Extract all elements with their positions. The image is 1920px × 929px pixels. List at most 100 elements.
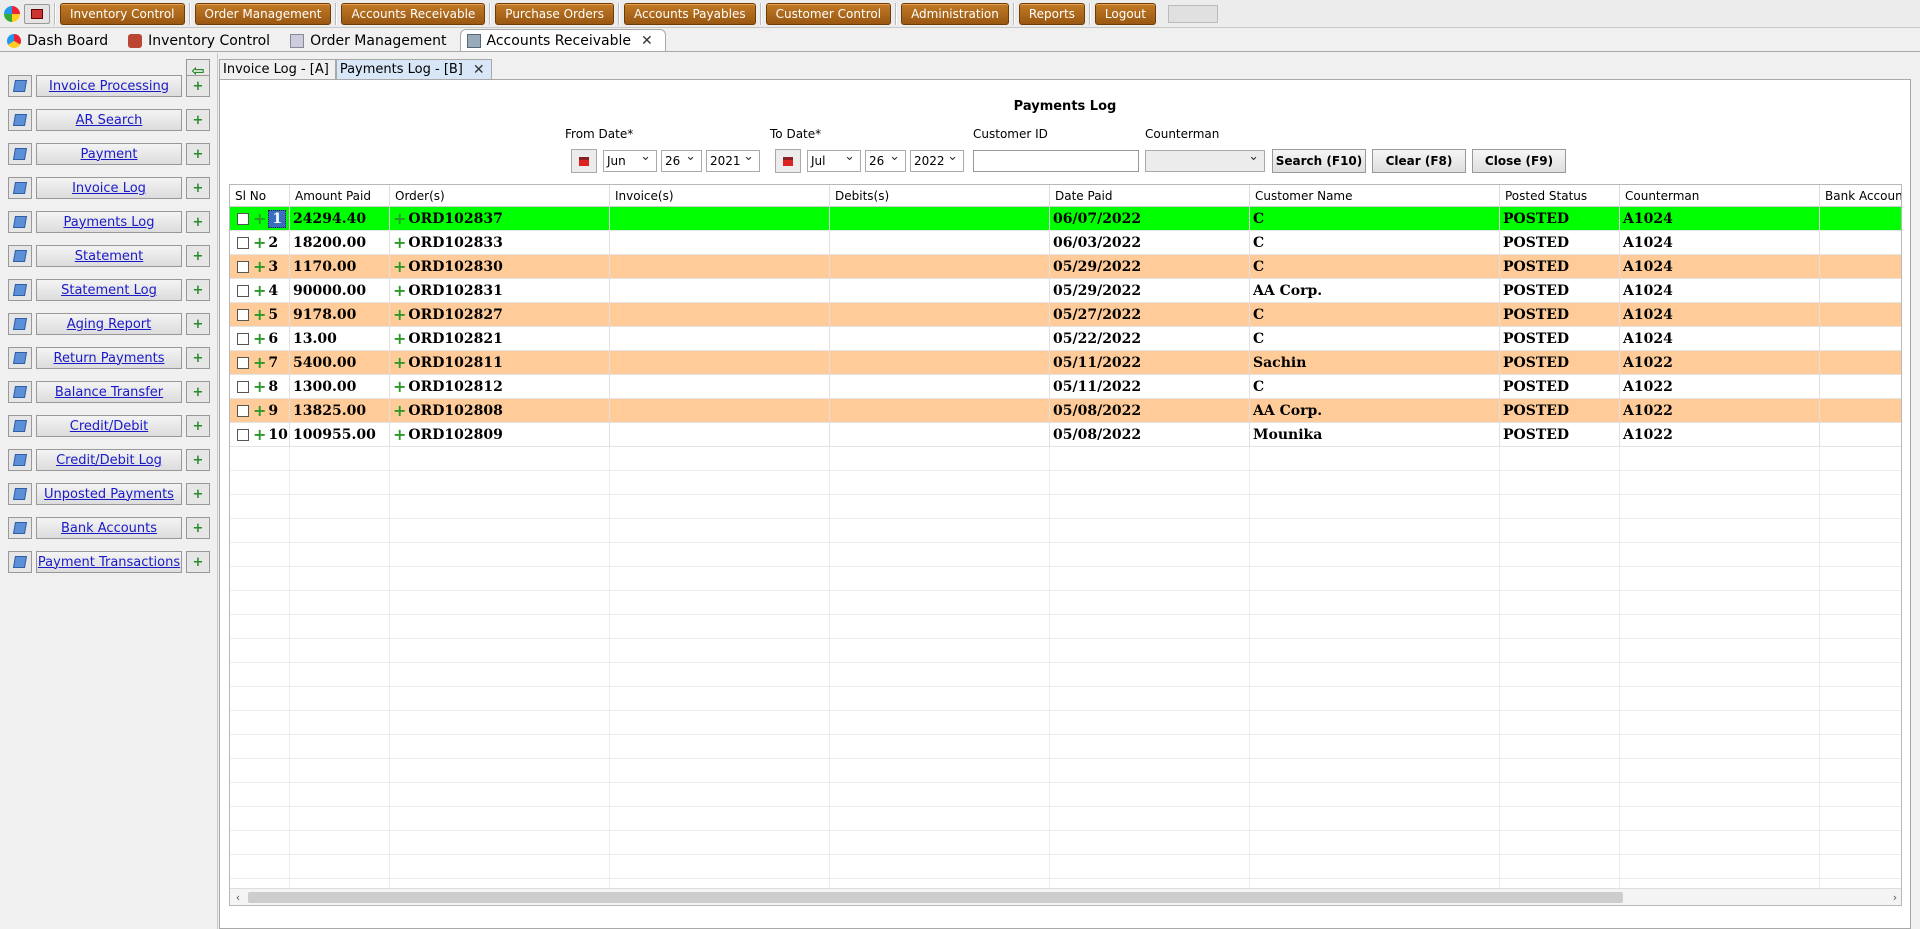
sidebar-link-invoice-processing[interactable]: Invoice Processing — [36, 75, 182, 97]
column-header[interactable]: Bank Account — [1820, 185, 1901, 207]
add-icon[interactable]: + — [186, 449, 210, 471]
expand-plus-icon[interactable]: + — [253, 331, 266, 347]
expand-plus-icon[interactable]: + — [393, 403, 406, 419]
expand-plus-icon[interactable]: + — [253, 355, 266, 371]
column-header[interactable]: Sl No — [230, 185, 290, 207]
table-row[interactable]: +9 13825.00 + ORD102808 05/08/2022 AA Corp. PO… — [230, 399, 1901, 423]
table-row[interactable]: +4 90000.00 + ORD102831 05/29/2022 AA Corp. PO… — [230, 279, 1901, 303]
logout-button[interactable]: Logout — [1094, 2, 1156, 25]
sidebar-link-bank-accounts[interactable]: Bank Accounts — [36, 517, 182, 539]
edit-icon[interactable] — [8, 347, 32, 369]
tab-inventory-control[interactable]: Inventory Control — [121, 29, 283, 51]
row-checkbox[interactable] — [237, 285, 249, 297]
column-header[interactable]: Posted Status — [1500, 185, 1620, 207]
module-button-administration[interactable]: Administration — [901, 2, 1009, 25]
close-button[interactable]: Close (F9) — [1472, 149, 1566, 173]
expand-plus-icon[interactable]: + — [253, 403, 266, 419]
add-icon[interactable]: + — [186, 75, 210, 97]
add-icon[interactable]: + — [186, 381, 210, 403]
expand-plus-icon[interactable]: + — [253, 259, 266, 275]
sidebar-link-payment-transactions[interactable]: Payment Transactions — [36, 551, 182, 573]
row-checkbox[interactable] — [237, 381, 249, 393]
sidebar-link-invoice-log[interactable]: Invoice Log — [36, 177, 182, 199]
to-day-select[interactable]: 26 — [865, 149, 906, 172]
add-icon[interactable]: + — [186, 483, 210, 505]
scroll-thumb[interactable] — [248, 892, 1623, 903]
search-button[interactable]: Search (F10) — [1272, 149, 1366, 173]
sidebar-link-return-payments[interactable]: Return Payments — [36, 347, 182, 369]
tab-payments-log[interactable]: Payments Log - [B] ✕ — [335, 59, 492, 79]
expand-plus-icon[interactable]: + — [393, 379, 406, 395]
expand-plus-icon[interactable]: + — [393, 235, 406, 251]
column-header[interactable]: Customer Name — [1250, 185, 1500, 207]
edit-icon[interactable] — [8, 415, 32, 437]
add-icon[interactable]: + — [186, 211, 210, 233]
customer-id-input[interactable] — [973, 150, 1139, 172]
module-button-accounts-payables[interactable]: Accounts Payables — [623, 2, 756, 25]
column-header[interactable]: Counterman — [1620, 185, 1820, 207]
expand-plus-icon[interactable]: + — [253, 235, 266, 251]
edit-icon[interactable] — [8, 245, 32, 267]
close-icon[interactable]: ✕ — [473, 62, 485, 78]
table-row[interactable]: +1 24294.40 + ORD102837 06/07/2022 C POSTED A10… — [230, 207, 1901, 231]
edit-icon[interactable] — [8, 313, 32, 335]
row-checkbox[interactable] — [237, 357, 249, 369]
row-checkbox[interactable] — [237, 405, 249, 417]
table-row[interactable]: +7 5400.00 + ORD102811 05/11/2022 Sachin POSTE… — [230, 351, 1901, 375]
add-icon[interactable]: + — [186, 551, 210, 573]
flag-icon-button[interactable] — [24, 3, 50, 24]
sidebar-link-statement[interactable]: Statement — [36, 245, 182, 267]
edit-icon[interactable] — [8, 449, 32, 471]
expand-plus-icon[interactable]: + — [393, 355, 406, 371]
tab-dash-board[interactable]: Dash Board — [0, 29, 121, 51]
expand-plus-icon[interactable]: + — [253, 283, 266, 299]
module-button-customer-control[interactable]: Customer Control — [765, 2, 892, 25]
edit-icon[interactable] — [8, 279, 32, 301]
expand-plus-icon[interactable]: + — [393, 331, 406, 347]
add-icon[interactable]: + — [186, 279, 210, 301]
table-row[interactable]: +8 1300.00 + ORD102812 05/11/2022 C POSTED A102… — [230, 375, 1901, 399]
add-icon[interactable]: + — [186, 517, 210, 539]
sidebar-link-payment[interactable]: Payment — [36, 143, 182, 165]
module-button-accounts-receivable[interactable]: Accounts Receivable — [341, 2, 486, 25]
expand-plus-icon[interactable]: + — [253, 379, 266, 395]
from-month-select[interactable]: Jun — [603, 149, 657, 172]
column-header[interactable]: Order(s) — [390, 185, 610, 207]
module-button-reports[interactable]: Reports — [1018, 2, 1085, 25]
add-icon[interactable]: + — [186, 177, 210, 199]
expand-plus-icon[interactable]: + — [253, 427, 266, 443]
sidebar-link-balance-transfer[interactable]: Balance Transfer — [36, 381, 182, 403]
tab-accounts-receivable[interactable]: Accounts Receivable ✕ — [459, 29, 666, 51]
column-header[interactable]: Invoice(s) — [610, 185, 830, 207]
expand-plus-icon[interactable]: + — [393, 259, 406, 275]
row-checkbox[interactable] — [237, 429, 249, 441]
edit-icon[interactable] — [8, 75, 32, 97]
edit-icon[interactable] — [8, 177, 32, 199]
table-row[interactable]: +3 1170.00 + ORD102830 05/29/2022 C POSTED A102… — [230, 255, 1901, 279]
from-day-select[interactable]: 26 — [661, 149, 702, 172]
scroll-left-icon[interactable]: ‹ — [230, 889, 246, 905]
counterman-select[interactable] — [1145, 149, 1265, 172]
to-month-select[interactable]: Jul — [807, 149, 861, 172]
column-header[interactable]: Debits(s) — [830, 185, 1050, 207]
sidebar-link-aging-report[interactable]: Aging Report — [36, 313, 182, 335]
expand-plus-icon[interactable]: + — [393, 427, 406, 443]
column-header[interactable]: Amount Paid — [290, 185, 390, 207]
add-icon[interactable]: + — [186, 143, 210, 165]
table-row[interactable]: +5 9178.00 + ORD102827 05/27/2022 C POSTED A102… — [230, 303, 1901, 327]
add-icon[interactable]: + — [186, 245, 210, 267]
table-row[interactable]: +2 18200.00 + ORD102833 06/03/2022 C POSTED A10… — [230, 231, 1901, 255]
expand-plus-icon[interactable]: + — [253, 307, 266, 323]
row-checkbox[interactable] — [237, 309, 249, 321]
module-button-inventory-control[interactable]: Inventory Control — [60, 2, 185, 25]
add-icon[interactable]: + — [186, 109, 210, 131]
expand-plus-icon[interactable]: + — [253, 211, 266, 227]
edit-icon[interactable] — [8, 211, 32, 233]
to-year-select[interactable]: 2022 — [910, 149, 964, 172]
edit-icon[interactable] — [8, 551, 32, 573]
sidebar-link-payments-log[interactable]: Payments Log — [36, 211, 182, 233]
table-row[interactable]: +10 100955.00 + ORD102809 05/08/2022 Mounika P… — [230, 423, 1901, 447]
sidebar-link-credit-debit[interactable]: Credit/Debit — [36, 415, 182, 437]
module-button-order-management[interactable]: Order Management — [194, 2, 332, 25]
sidebar-link-ar-search[interactable]: AR Search — [36, 109, 182, 131]
